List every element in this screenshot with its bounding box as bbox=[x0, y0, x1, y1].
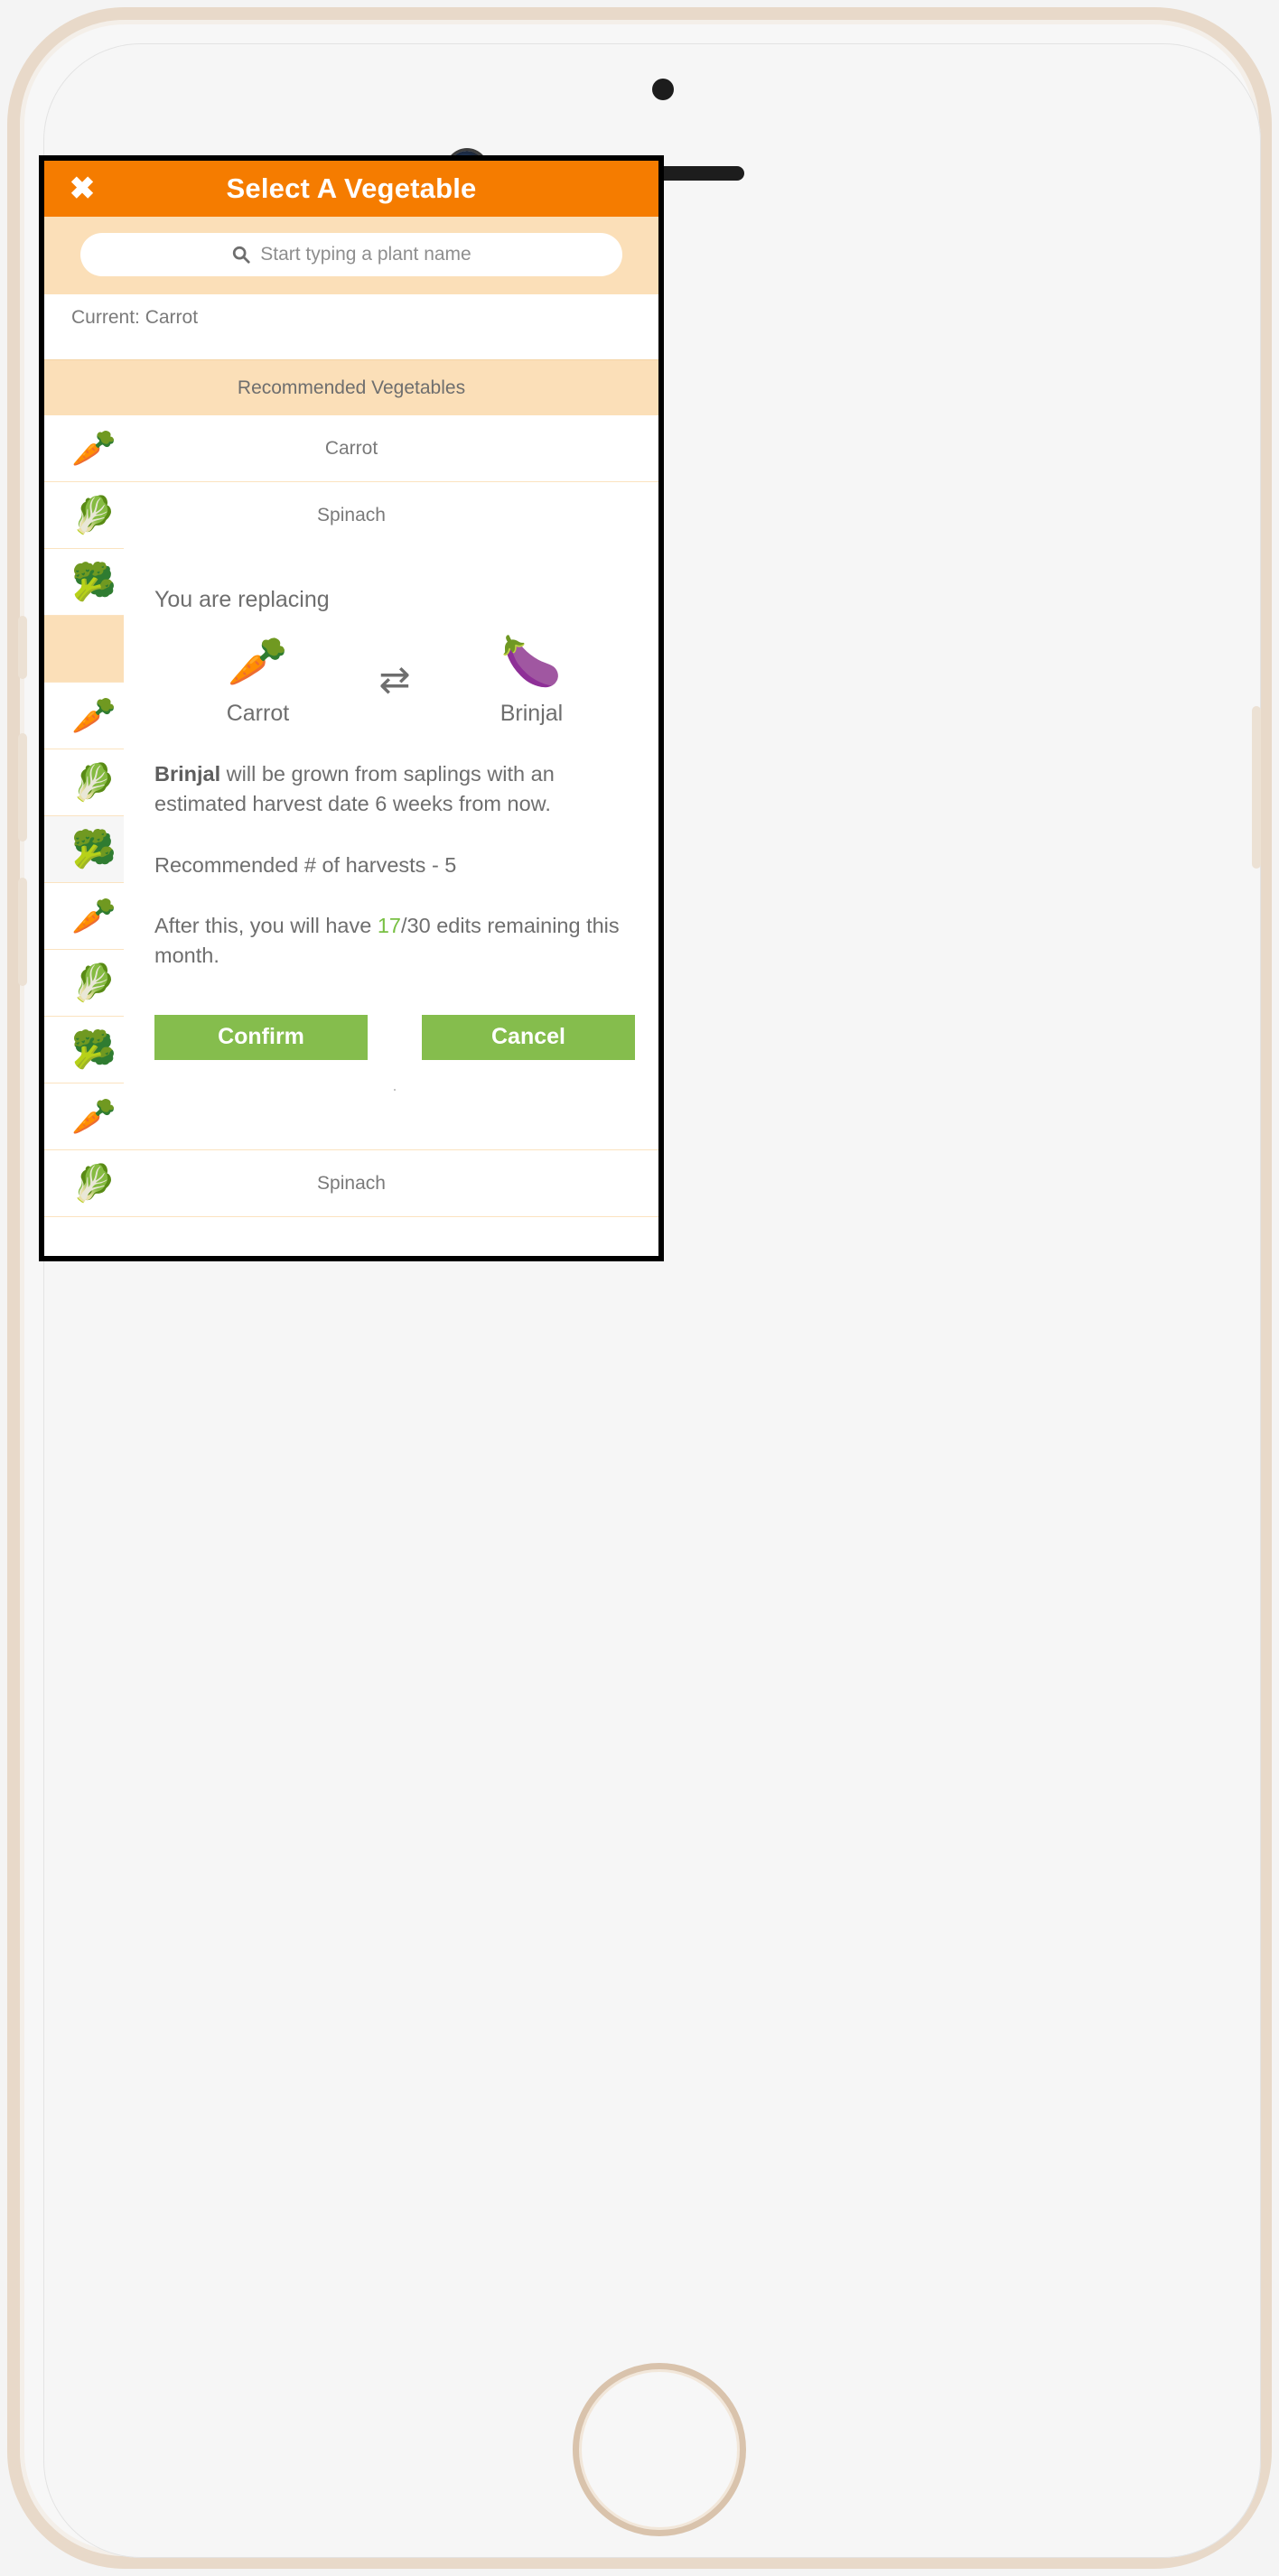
list-item[interactable]: 🥬 Spinach bbox=[44, 1150, 658, 1217]
swap-from-label: Carrot bbox=[226, 700, 290, 726]
modal-harvests-line: Recommended # of harvests - 5 bbox=[154, 852, 457, 877]
search-placeholder: Start typing a plant name bbox=[260, 244, 471, 265]
list-item[interactable]: 🥕 Carrot bbox=[44, 415, 658, 482]
silent-switch[interactable] bbox=[18, 616, 27, 679]
list-item[interactable]: 🥬 Spinach bbox=[44, 482, 658, 549]
carrot-crossed-icon: 🥕 bbox=[227, 635, 289, 689]
volume-down-button[interactable] bbox=[18, 878, 27, 986]
search-input[interactable]: Start typing a plant name bbox=[80, 233, 622, 276]
confirm-button[interactable]: Confirm bbox=[154, 1014, 368, 1060]
modal-edits-prefix: After this, you will have bbox=[154, 913, 378, 937]
proximity-sensor-icon bbox=[652, 79, 674, 100]
phone-frame: ✖ Select A Vegetable Start typing a plan… bbox=[0, 0, 1279, 2576]
swap-from: 🥕 Carrot bbox=[172, 633, 343, 727]
current-selection-band: Current: Carrot bbox=[44, 294, 658, 359]
home-button[interactable] bbox=[573, 2363, 746, 2536]
modal-edits-line: After this, you will have 17/30 edits re… bbox=[154, 911, 635, 972]
power-button[interactable] bbox=[1252, 706, 1261, 869]
carrot-icon: 🥕 bbox=[71, 428, 117, 469]
eggplant-check-icon: 🍆 bbox=[500, 635, 563, 689]
section-header-recommended: Recommended Vegetables bbox=[44, 359, 658, 415]
page-title: Select A Vegetable bbox=[226, 172, 477, 204]
modal-lead-text: You are replacing bbox=[154, 587, 330, 612]
modal-growth-info: Brinjal will be grown from saplings with… bbox=[154, 759, 635, 820]
cancel-button[interactable]: Cancel bbox=[422, 1014, 635, 1060]
list-item-label: Spinach bbox=[317, 1172, 386, 1194]
replace-confirmation-modal: You are replacing 🥕 Carrot ⇄ 🍆 Brinjal B… bbox=[124, 540, 658, 1123]
swap-arrows-icon: ⇄ bbox=[378, 657, 411, 701]
modal-edits-count: 17 bbox=[377, 913, 401, 937]
search-band: Start typing a plant name bbox=[44, 217, 658, 294]
modal-plant-name: Brinjal bbox=[154, 761, 221, 786]
current-selection-label: Current: Carrot bbox=[71, 307, 199, 328]
volume-up-button[interactable] bbox=[18, 733, 27, 842]
swap-to: 🍆 Brinjal bbox=[446, 633, 618, 727]
search-icon bbox=[231, 245, 251, 265]
modal-footer-dot: . bbox=[392, 1075, 397, 1094]
app-screen: ✖ Select A Vegetable Start typing a plan… bbox=[39, 155, 664, 1261]
leafy-green-icon: 🥬 bbox=[71, 1163, 117, 1204]
list-item-label: Carrot bbox=[324, 437, 378, 459]
swap-preview: 🥕 Carrot ⇄ 🍆 Brinjal bbox=[154, 633, 635, 727]
leafy-green-icon: 🥬 bbox=[71, 495, 117, 535]
list-item-label: Spinach bbox=[317, 504, 386, 525]
app-header: ✖ Select A Vegetable bbox=[44, 161, 658, 217]
modal-actions: Confirm Cancel bbox=[154, 1002, 635, 1060]
close-icon[interactable]: ✖ bbox=[64, 171, 100, 207]
swap-to-label: Brinjal bbox=[499, 700, 564, 726]
